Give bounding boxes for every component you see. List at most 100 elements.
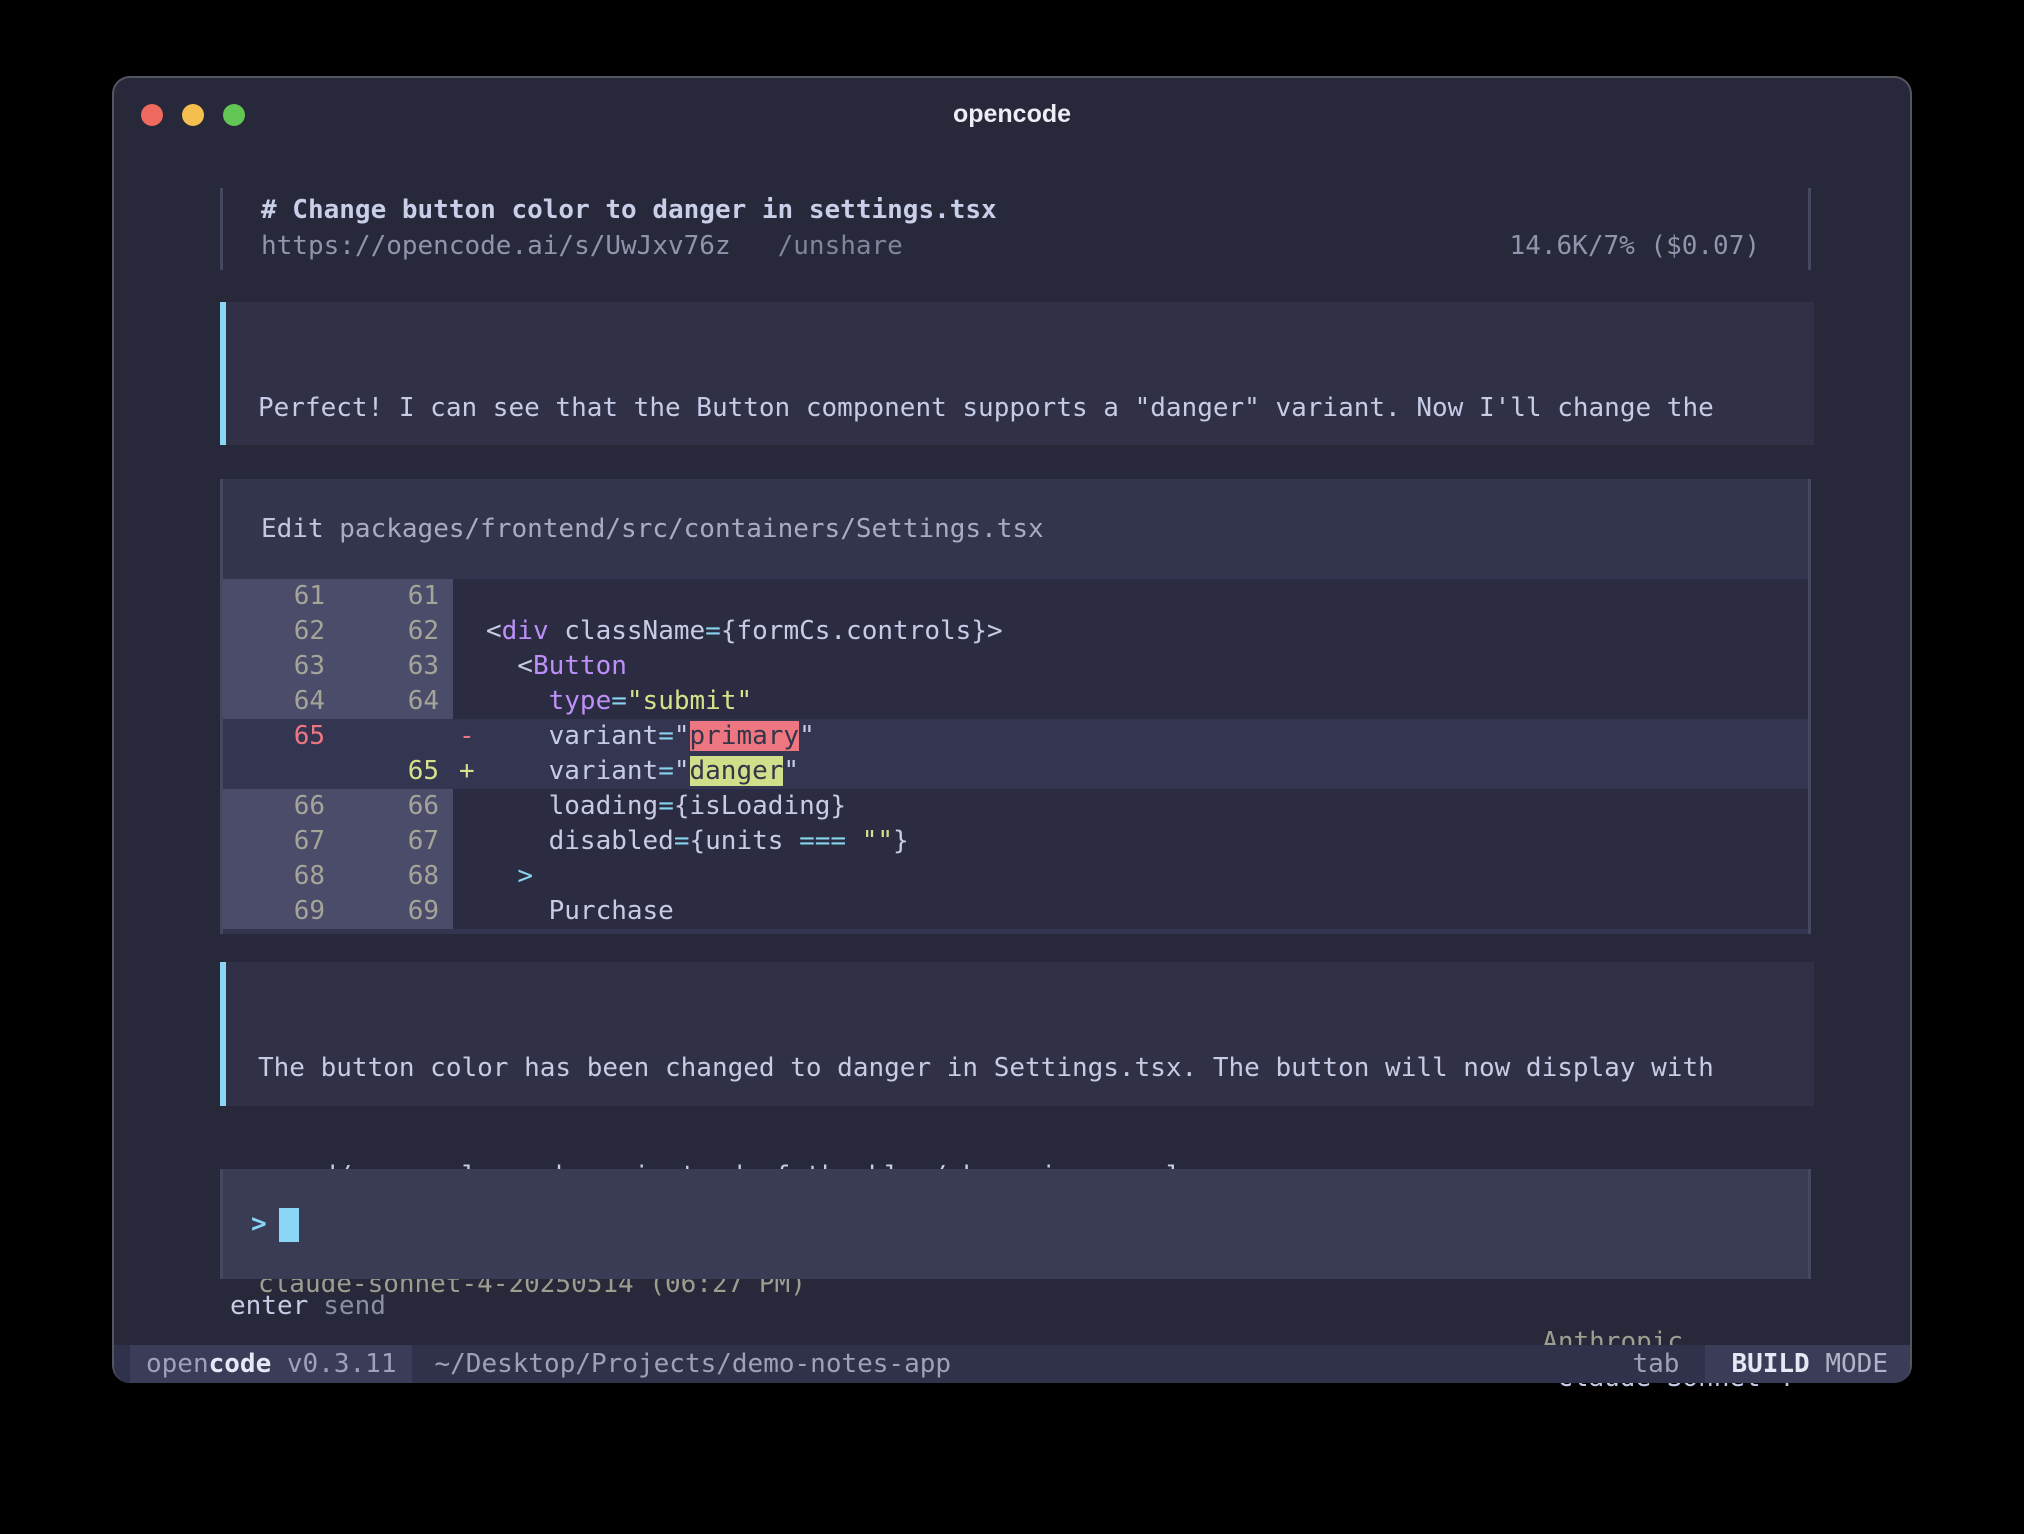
new-line-number: 67 — [339, 824, 453, 859]
code-token: " — [674, 721, 690, 751]
code-token: === — [799, 826, 846, 856]
code-token: disabled — [486, 826, 674, 856]
code-token — [846, 826, 862, 856]
old-line-number — [223, 754, 339, 789]
code-token: = — [658, 721, 674, 751]
diff-marker — [453, 824, 486, 859]
unshare-command[interactable]: /unshare — [778, 228, 903, 264]
code-line: Purchase — [486, 894, 1808, 929]
code-token — [486, 686, 549, 716]
diff-marker — [453, 579, 486, 614]
code-token: = — [658, 791, 674, 821]
edit-action-label: Edit — [261, 514, 339, 544]
new-line-number: 68 — [339, 859, 453, 894]
session-title: # Change button color to danger in setti… — [261, 192, 1808, 228]
new-line-number: 63 — [339, 649, 453, 684]
old-line-number: 66 — [223, 789, 339, 824]
old-line-number: 64 — [223, 684, 339, 719]
code-token: > — [987, 616, 1003, 646]
old-line-number: 67 — [223, 824, 339, 859]
edit-tool-panel: Edit packages/frontend/src/containers/Se… — [220, 479, 1811, 934]
mode-build-label: BUILD — [1731, 1349, 1809, 1379]
code-token: {formCs.controls} — [721, 616, 987, 646]
code-line: > — [486, 859, 1808, 894]
edit-file-path: packages/frontend/src/containers/Setting… — [339, 514, 1043, 544]
diff-row: 65+ variant="danger" — [223, 754, 1808, 789]
app-name-open: open — [146, 1349, 209, 1379]
code-token: variant — [486, 756, 658, 786]
code-line: variant="primary" — [486, 719, 1808, 754]
diff-marker — [453, 614, 486, 649]
diff-row: 6262<div className={formCs.controls}> — [223, 614, 1808, 649]
diff-row: 6363 <Button — [223, 649, 1808, 684]
prompt-symbol: > — [251, 1209, 267, 1239]
old-line-number: 63 — [223, 649, 339, 684]
code-token: "" — [862, 826, 893, 856]
message-line: Perfect! I can see that the Button compo… — [258, 390, 1814, 426]
text-cursor — [279, 1208, 299, 1242]
window-title: opencode — [114, 100, 1910, 129]
app-version: v0.3.11 — [271, 1349, 396, 1379]
session-header: # Change button color to danger in setti… — [220, 188, 1811, 270]
diff-marker — [453, 894, 486, 929]
diff-row: 6969 Purchase — [223, 894, 1808, 929]
new-line-number: 61 — [339, 579, 453, 614]
status-bar: opencode v0.3.11 ~/Desktop/Projects/demo… — [114, 1345, 1910, 1383]
code-token: Purchase — [486, 896, 674, 926]
code-token: " — [783, 756, 799, 786]
code-token: < — [486, 651, 533, 681]
diff-table: 61616262<div className={formCs.controls}… — [223, 579, 1808, 929]
opencode-window: opencode # Change button color to danger… — [112, 76, 1912, 1383]
old-line-number: 62 — [223, 614, 339, 649]
code-token: > — [517, 861, 533, 891]
code-token: danger — [690, 756, 784, 786]
mode-toggle-chip[interactable]: BUILD MODE — [1705, 1345, 1910, 1383]
code-token: "submit" — [627, 686, 752, 716]
diff-marker: + — [453, 754, 486, 789]
old-line-number: 68 — [223, 859, 339, 894]
new-line-number: 62 — [339, 614, 453, 649]
new-line-number — [339, 719, 453, 754]
code-token: " — [799, 721, 815, 751]
token-usage: 14.6K/7% ($0.07) — [1510, 228, 1808, 264]
share-url-link[interactable]: https://opencode.ai/s/UwJxv76z — [261, 228, 731, 264]
code-token: type — [549, 686, 612, 716]
code-line: loading={isLoading} — [486, 789, 1808, 824]
code-token: = — [658, 756, 674, 786]
edit-header: Edit packages/frontend/src/containers/Se… — [223, 479, 1808, 547]
code-line: disabled={units === ""} — [486, 824, 1808, 859]
old-line-number: 61 — [223, 579, 339, 614]
code-token: className — [549, 616, 706, 646]
code-line: type="submit" — [486, 684, 1808, 719]
code-token: div — [502, 616, 549, 646]
assistant-message: Perfect! I can see that the Button compo… — [220, 302, 1814, 445]
code-token: = — [674, 826, 690, 856]
message-line: The button color has been changed to dan… — [258, 1050, 1814, 1086]
code-token — [486, 861, 517, 891]
diff-row: 6464 type="submit" — [223, 684, 1808, 719]
code-token: } — [893, 826, 909, 856]
diff-row: 6161 — [223, 579, 1808, 614]
code-token: " — [674, 756, 690, 786]
new-line-number: 64 — [339, 684, 453, 719]
diff-row: 6666 loading={isLoading} — [223, 789, 1808, 824]
code-token: < — [486, 616, 502, 646]
diff-marker — [453, 859, 486, 894]
new-line-number: 66 — [339, 789, 453, 824]
code-token: {units — [690, 826, 800, 856]
code-token: = — [611, 686, 627, 716]
diff-marker: - — [453, 719, 486, 754]
code-token: variant — [486, 721, 658, 751]
diff-marker — [453, 789, 486, 824]
new-line-number: 65 — [339, 754, 453, 789]
diff-row: 6767 disabled={units === ""} — [223, 824, 1808, 859]
prompt-input[interactable]: > — [220, 1169, 1811, 1279]
code-line: <Button — [486, 649, 1808, 684]
app-name-code: code — [209, 1349, 272, 1379]
code-token: {isLoading} — [674, 791, 846, 821]
mode-mode-label: MODE — [1810, 1349, 1888, 1379]
code-token: Button — [533, 651, 627, 681]
tab-key-hint[interactable]: tab — [1632, 1345, 1679, 1383]
assistant-message: The button color has been changed to dan… — [220, 962, 1814, 1106]
diff-row: 65- variant="primary" — [223, 719, 1808, 754]
